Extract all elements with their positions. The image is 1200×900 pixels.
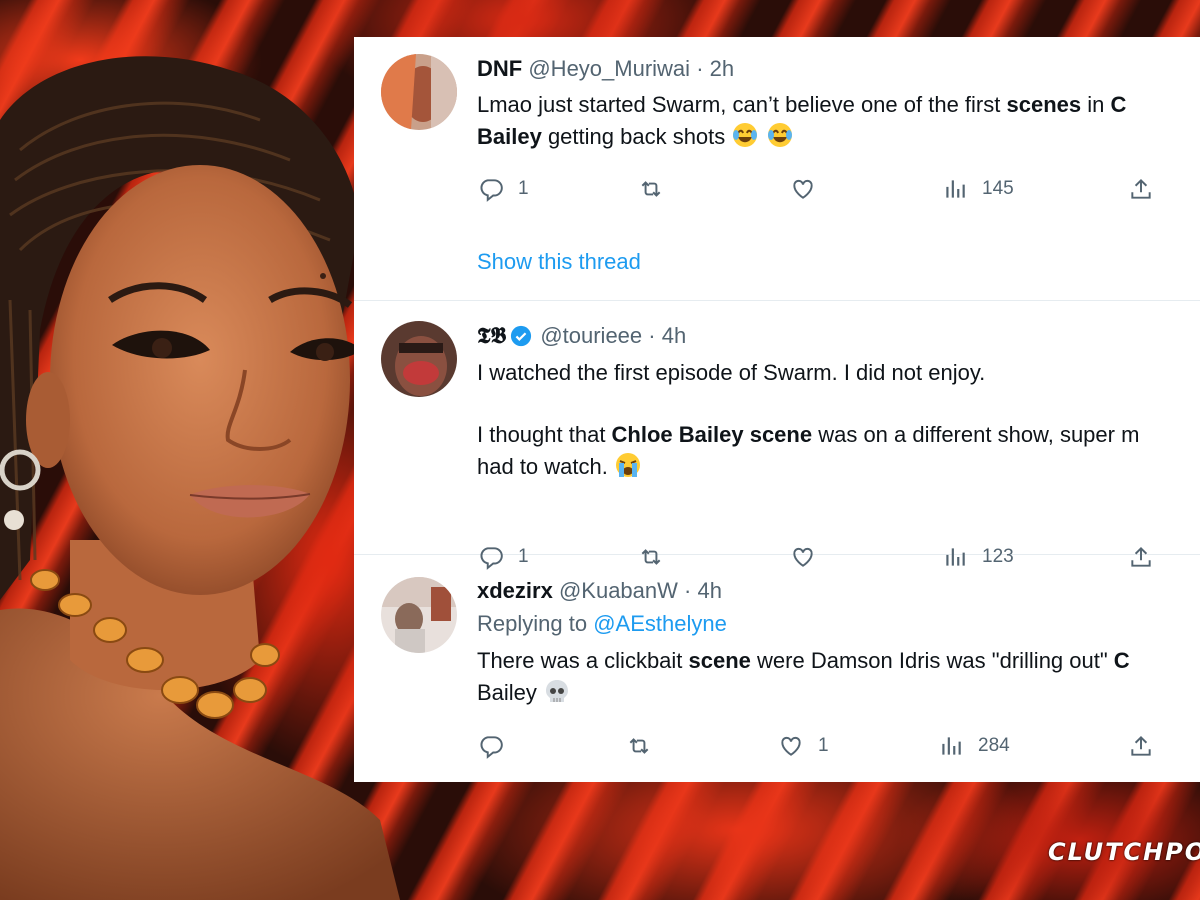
handle[interactable]: @KuabanW [559,578,678,603]
views-button[interactable]: 145 [942,174,1014,204]
views-count: 284 [978,735,1010,756]
tweet-actions: 1 284 [354,731,1200,761]
share-icon [1131,735,1151,756]
retweet-icon [641,181,661,197]
tweet-header: xdezirx @KuabanW · 4h [477,578,722,604]
handle[interactable]: @Heyo_Muriwai [528,56,690,81]
retweet-icon [629,738,649,754]
skull-emoji [546,680,569,702]
display-name[interactable]: DNF [477,56,522,81]
timestamp[interactable]: 4h [697,578,721,603]
tweet-header: 𝕿𝕭 @tourieee · 4h [477,323,686,349]
joy-emoji [733,123,758,147]
tweet-text: Lmao just started Swarm, can’t believe o… [477,92,1127,149]
share-button[interactable] [1128,174,1154,204]
tweet[interactable]: 𝕿𝕭 @tourieee · 4h I watched the first ep… [354,301,1200,570]
display-name[interactable]: xdezirx [477,578,553,603]
avatar[interactable] [381,577,457,653]
clutchpoints-watermark: CLUTCHPO [1048,838,1200,866]
reply-count: 1 [518,178,529,199]
handle[interactable]: @tourieee [540,323,642,348]
separator: · [684,578,692,603]
loudly-crying-emoji [615,453,640,477]
replying-to-handle-link[interactable]: @AEsthelyne [593,611,727,636]
avatar[interactable] [381,54,457,130]
tweet[interactable]: xdezirx @KuabanW · 4h Replying to @AEsth… [354,555,1200,782]
avatar[interactable] [381,321,457,397]
reply-button[interactable]: 1 [478,174,529,204]
like-count: 1 [818,735,829,756]
like-button[interactable]: 1 [778,731,829,761]
retweet-button[interactable] [638,174,664,204]
display-name[interactable]: 𝕿𝕭 [477,323,506,348]
separator: · [648,323,656,348]
share-icon [1131,178,1151,199]
separator: · [696,56,704,81]
person-photo [0,56,400,900]
reply-button[interactable] [478,731,504,761]
timestamp[interactable]: 4h [662,323,686,348]
tweet-actions: 1 145 [354,174,1200,204]
tweet-header: DNF @Heyo_Muriwai · 2h [477,56,734,82]
tweet-text: I watched the first episode of Swarm. I … [477,360,1140,479]
views-bar-chart-icon [946,180,965,198]
tweet-text: There was a clickbait scene were Damson … [477,648,1130,705]
share-button[interactable] [1128,731,1154,761]
tweets-panel: DNF @Heyo_Muriwai · 2h Lmao just started… [354,37,1200,782]
verified-badge-icon [511,325,532,347]
like-button[interactable] [790,174,816,204]
tweet[interactable]: DNF @Heyo_Muriwai · 2h Lmao just started… [354,37,1200,301]
retweet-button[interactable] [626,731,652,761]
heart-icon [793,179,813,199]
reply-icon [480,736,503,759]
joy-emoji [767,123,792,147]
views-button[interactable]: 284 [938,731,1010,761]
reply-icon [480,179,503,202]
views-bar-chart-icon [942,737,961,755]
timestamp[interactable]: 2h [710,56,734,81]
show-thread-link[interactable]: Show this thread [477,249,641,275]
heart-icon [781,736,801,756]
views-count: 145 [982,178,1014,199]
replying-to: Replying to @AEsthelyne [477,611,727,636]
